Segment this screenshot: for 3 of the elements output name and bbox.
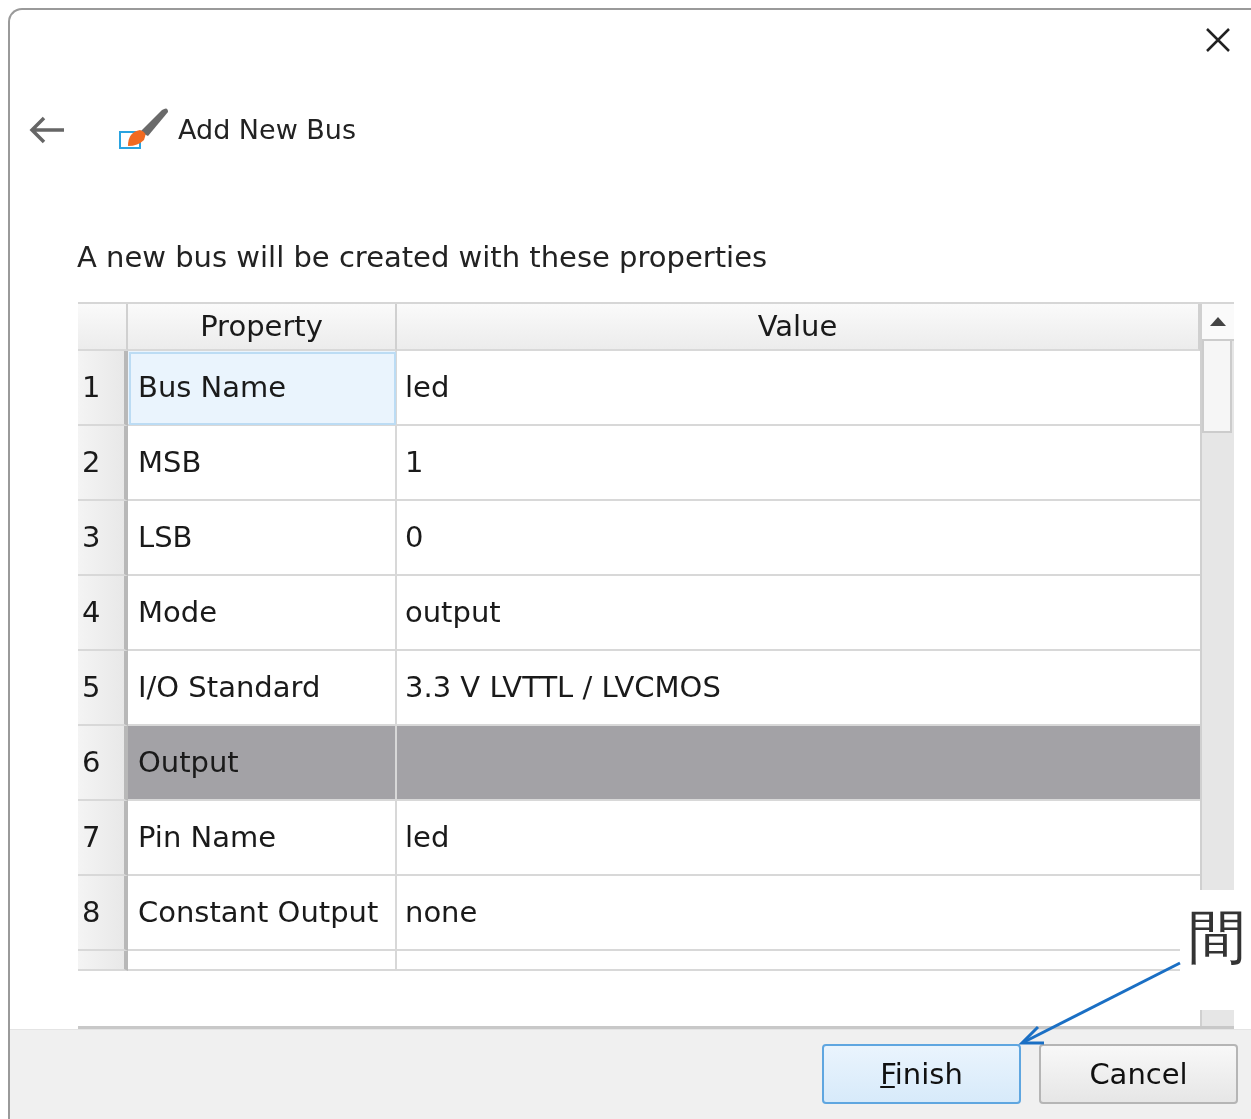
dialog-title: Add New Bus bbox=[178, 114, 357, 145]
description-text: A new bus will be created with these properties bbox=[77, 239, 769, 274]
section-header: Output bbox=[128, 725, 397, 801]
